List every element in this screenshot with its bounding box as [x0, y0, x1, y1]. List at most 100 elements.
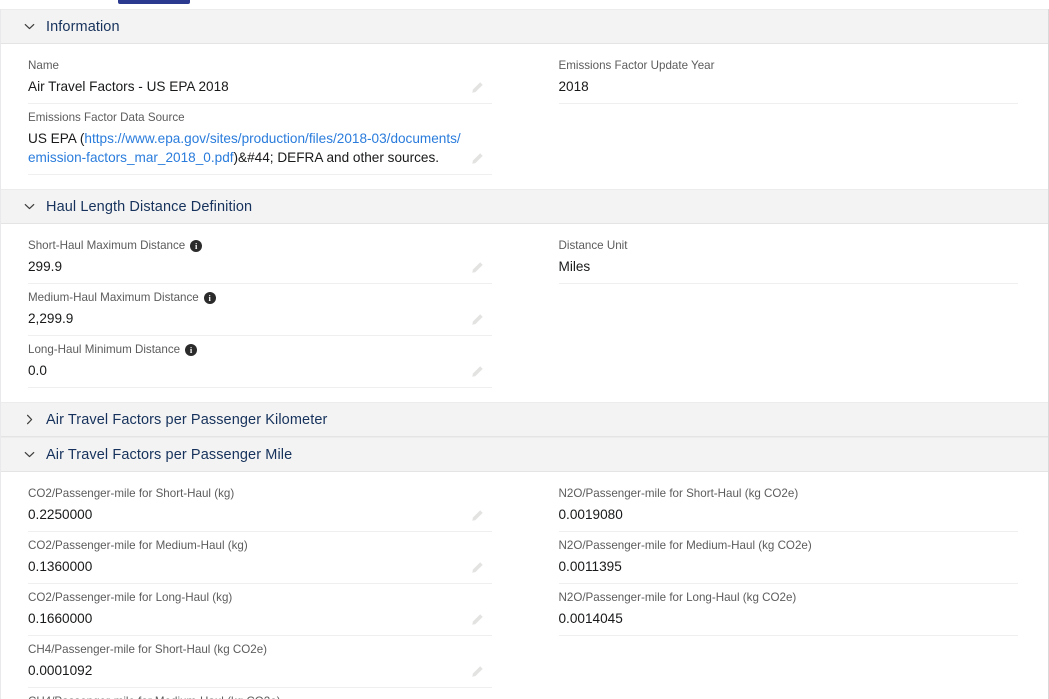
field-label: CO2/Passenger-mile for Medium-Haul (kg) [28, 538, 492, 554]
field-value[interactable]: US EPA (https://www.epa.gov/sites/produc… [28, 129, 492, 167]
field-medium-haul-maximum-distance: Medium-Haul Maximum Distance i 2,299.9 [28, 288, 492, 336]
edit-pencil-icon[interactable] [471, 613, 484, 626]
chevron-right-icon[interactable] [21, 412, 37, 428]
field-label-text: Short-Haul Maximum Distance [28, 239, 186, 252]
field-label: Medium-Haul Maximum Distance i [28, 290, 492, 306]
chevron-down-icon[interactable] [21, 447, 37, 463]
field-label: Distance Unit [559, 238, 1019, 254]
field-value[interactable]: 0.0014045 [559, 609, 1019, 628]
section-air-travel-factors-per-passenger-kilometer: Air Travel Factors per Passenger Kilomet… [1, 402, 1048, 437]
field-value[interactable]: Miles [559, 257, 1019, 276]
field-label: Short-Haul Maximum Distance i [28, 238, 492, 254]
record-body: Information Name Air Travel Factors - US E… [0, 9, 1049, 699]
field-short-haul-maximum-distance: Short-Haul Maximum Distance i 299.9 [28, 236, 492, 284]
column-left: Short-Haul Maximum Distance i 299.9 Medium-… [1, 224, 525, 402]
field-value-suffix: )&#44; DEFRA and other sources. [233, 150, 440, 165]
section-title: Air Travel Factors per Passenger Mile [46, 446, 293, 463]
column-left: Name Air Travel Factors - US EPA 2018 Emis… [1, 44, 525, 189]
field-label: CH4/Passenger-mile for Short-Haul (kg CO… [28, 642, 492, 658]
field-label-text: Long-Haul Minimum Distance [28, 343, 181, 356]
field-label: N2O/Passenger-mile for Medium-Haul (kg C… [559, 538, 1019, 554]
field-label: CH4/Passenger-mile for Medium-Haul (kg C… [28, 694, 492, 699]
field-value[interactable]: 0.2250000 [28, 505, 492, 524]
field-long-haul-minimum-distance: Long-Haul Minimum Distance i 0.0 [28, 340, 492, 388]
field-label-text: CO2/Passenger-mile for Medium-Haul (kg) [28, 539, 248, 552]
field-distance-unit: Distance Unit Miles [558, 236, 1019, 284]
column-right: Emissions Factor Update Year 2018 [525, 44, 1049, 189]
info-icon[interactable]: i [203, 292, 216, 304]
field-label-text: N2O/Passenger-mile for Short-Haul (kg CO… [558, 487, 799, 500]
field-n2o-passenger-mile-for-short-haul-kg-co2e: N2O/Passenger-mile for Short-Haul (kg CO… [558, 484, 1019, 532]
field-label-text: CH4/Passenger-mile for Medium-Haul (kg C… [28, 694, 281, 699]
section-title: Haul Length Distance Definition [46, 198, 253, 215]
field-label: Long-Haul Minimum Distance i [28, 342, 492, 358]
section-body-haul-length-distance-definition: Short-Haul Maximum Distance i 299.9 Medium-… [1, 224, 1048, 402]
field-co2-passenger-mile-for-medium-haul-kg: CO2/Passenger-mile for Medium-Haul (kg) 0… [28, 536, 492, 584]
record-detail-page: Information Name Air Travel Factors - US E… [0, 0, 1049, 699]
field-label: Name [28, 58, 492, 74]
section-header-air-travel-factors-per-passenger-mile[interactable]: Air Travel Factors per Passenger Mile [1, 437, 1048, 472]
active-tab-indicator [118, 0, 190, 4]
edit-pencil-icon[interactable] [471, 81, 484, 94]
field-emissions-factor-update-year: Emissions Factor Update Year 2018 [558, 56, 1019, 104]
field-value[interactable]: 2,299.9 [28, 309, 492, 328]
field-co2-passenger-mile-for-long-haul-kg: CO2/Passenger-mile for Long-Haul (kg) 0.1… [28, 588, 492, 636]
field-value[interactable]: 299.9 [28, 257, 492, 276]
field-name: Name Air Travel Factors - US EPA 2018 [28, 56, 492, 104]
field-label-text: Medium-Haul Maximum Distance [28, 291, 199, 304]
field-label-text: CO2/Passenger-mile for Short-Haul (kg) [28, 487, 235, 500]
section-air-travel-factors-per-passenger-mile: Air Travel Factors per Passenger Mile CO2… [1, 437, 1048, 699]
field-n2o-passenger-mile-for-long-haul-kg-co2e: N2O/Passenger-mile for Long-Haul (kg CO2… [558, 588, 1019, 636]
section-body-air-travel-factors-per-passenger-mile: CO2/Passenger-mile for Short-Haul (kg) 0.… [1, 472, 1048, 699]
field-value[interactable]: 2018 [559, 77, 1019, 96]
field-label: CO2/Passenger-mile for Long-Haul (kg) [28, 590, 492, 606]
field-value[interactable]: 0.0019080 [559, 505, 1019, 524]
edit-pencil-icon[interactable] [471, 365, 484, 378]
field-label-text: N2O/Passenger-mile for Medium-Haul (kg C… [558, 539, 812, 552]
field-value[interactable]: 0.0011395 [559, 557, 1019, 576]
field-label-text: Emissions Factor Update Year [558, 59, 715, 72]
info-icon[interactable]: i [190, 240, 203, 252]
section-title: Information [46, 18, 120, 35]
info-icon[interactable]: i [185, 344, 198, 356]
field-ch4-passenger-mile-for-short-haul-kg-co2e: CH4/Passenger-mile for Short-Haul (kg CO… [28, 640, 492, 688]
field-label: N2O/Passenger-mile for Short-Haul (kg CO… [559, 486, 1019, 502]
field-label-text: Name [28, 59, 59, 72]
field-label: Emissions Factor Update Year [559, 58, 1019, 74]
section-title: Air Travel Factors per Passenger Kilomet… [46, 411, 328, 428]
field-value[interactable]: 0.1660000 [28, 609, 492, 628]
edit-pencil-icon[interactable] [471, 509, 484, 522]
tab-strip [0, 0, 1049, 9]
section-haul-length-distance-definition: Haul Length Distance Definition Short-Hau… [1, 189, 1048, 402]
column-right: Distance Unit Miles [525, 224, 1049, 402]
edit-pencil-icon[interactable] [471, 561, 484, 574]
edit-pencil-icon[interactable] [471, 152, 484, 165]
section-header-haul-length-distance-definition[interactable]: Haul Length Distance Definition [1, 189, 1048, 224]
field-ch4-passenger-mile-for-medium-haul-kg-co2e: CH4/Passenger-mile for Medium-Haul (kg C… [28, 692, 492, 699]
section-header-air-travel-factors-per-passenger-kilometer[interactable]: Air Travel Factors per Passenger Kilomet… [1, 402, 1048, 437]
column-right: N2O/Passenger-mile for Short-Haul (kg CO… [525, 472, 1049, 699]
section-body-information: Name Air Travel Factors - US EPA 2018 Emis… [1, 44, 1048, 189]
field-label-text: CH4/Passenger-mile for Short-Haul (kg CO… [28, 643, 268, 656]
edit-pencil-icon[interactable] [471, 313, 484, 326]
field-label: N2O/Passenger-mile for Long-Haul (kg CO2… [559, 590, 1019, 606]
edit-pencil-icon[interactable] [471, 261, 484, 274]
field-label-text: N2O/Passenger-mile for Long-Haul (kg CO2… [558, 591, 797, 604]
field-emissions-factor-data-source: Emissions Factor Data Source US EPA (http… [28, 108, 492, 175]
field-label-text: CO2/Passenger-mile for Long-Haul (kg) [28, 591, 233, 604]
edit-pencil-icon[interactable] [471, 665, 484, 678]
field-value-prefix: US EPA ( [28, 131, 85, 146]
field-value[interactable]: Air Travel Factors - US EPA 2018 [28, 77, 492, 96]
field-label-text: Emissions Factor Data Source [28, 111, 185, 124]
field-value[interactable]: 0.0 [28, 361, 492, 380]
field-co2-passenger-mile-for-short-haul-kg: CO2/Passenger-mile for Short-Haul (kg) 0.… [28, 484, 492, 532]
column-left: CO2/Passenger-mile for Short-Haul (kg) 0.… [1, 472, 525, 699]
field-n2o-passenger-mile-for-medium-haul-kg-co2e: N2O/Passenger-mile for Medium-Haul (kg C… [558, 536, 1019, 584]
section-header-information[interactable]: Information [1, 9, 1048, 44]
chevron-down-icon[interactable] [21, 19, 37, 35]
field-label: Emissions Factor Data Source [28, 110, 492, 126]
chevron-down-icon[interactable] [21, 199, 37, 215]
field-value[interactable]: 0.0001092 [28, 661, 492, 680]
field-label-text: Distance Unit [558, 239, 628, 252]
field-value[interactable]: 0.1360000 [28, 557, 492, 576]
